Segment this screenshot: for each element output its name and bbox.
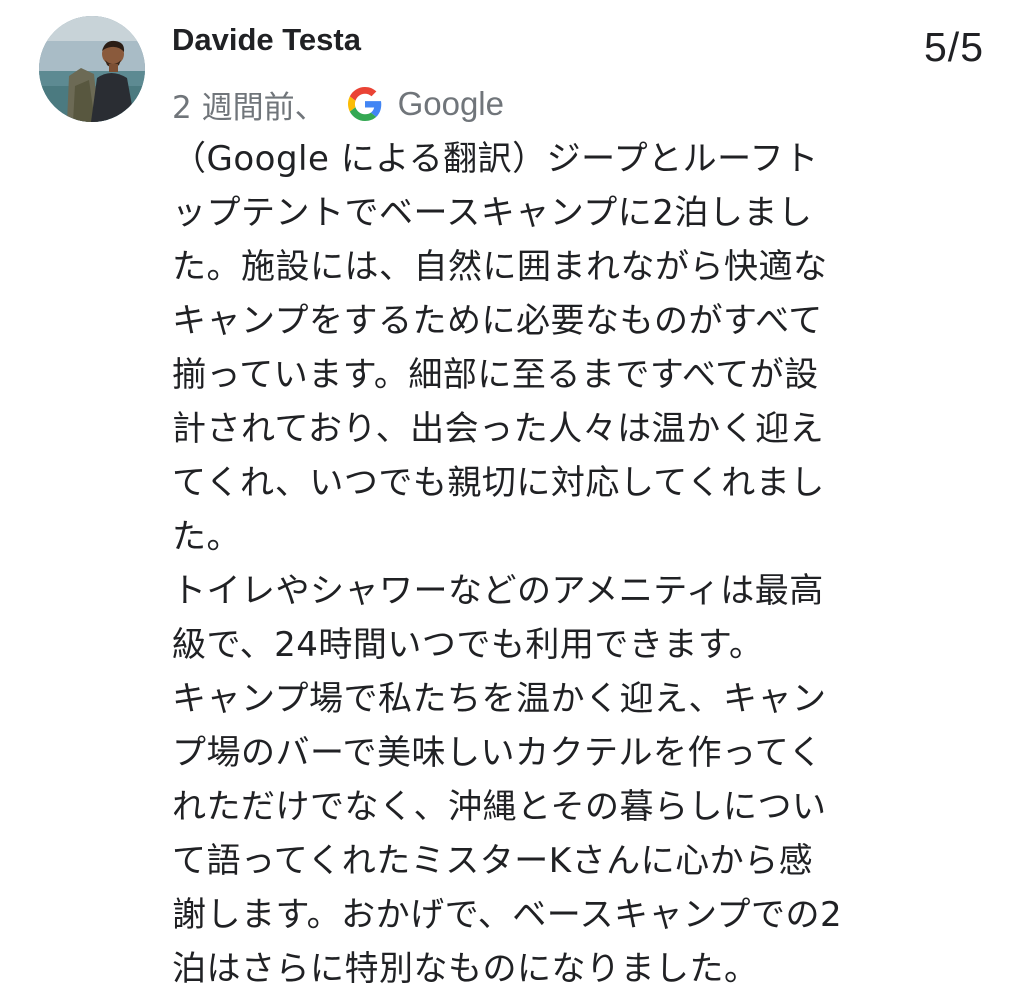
review-line: キャンプ場で私たちを温かく迎え、キャン	[172, 679, 827, 719]
review-line: てくれ、いつでも親切に対応してくれまし	[172, 463, 825, 503]
page-counter: 5/5	[924, 24, 984, 70]
avatar[interactable]	[39, 16, 145, 122]
review-line: 級で、24時間いつでも利用できます。	[172, 625, 764, 665]
review-line: キャンプをするために必要なものがすべて	[172, 301, 823, 341]
review-line: プ場のバーで美味しいカクテルを作ってく	[172, 733, 823, 773]
review-line: 泊はさらに特別なものになりました。	[172, 949, 759, 989]
google-g-icon	[347, 87, 382, 121]
review-line: トイレやシャワーなどのアメニティは最高	[172, 571, 824, 611]
review-time: 2 週間前、	[172, 89, 326, 126]
review-line: た。施設には、自然に囲まれながら快適な	[172, 247, 828, 287]
review-text: （Google による翻訳）ジープとルーフト ップテントでベースキャンプに2泊し…	[172, 132, 892, 996]
reviewer-name[interactable]: Davide Testa	[172, 20, 361, 60]
review-line: て語ってくれたミスターKさんに心から感	[172, 841, 814, 881]
review-line: た。	[172, 517, 241, 557]
review-line: れただけでなく、沖縄とその暮らしについ	[172, 787, 827, 827]
review-line: ップテントでベースキャンプに2泊しまし	[172, 193, 813, 233]
avatar-photo	[39, 16, 145, 122]
review-line: （Google による翻訳）ジープとルーフト	[172, 139, 819, 179]
review-line: 揃っています。細部に至るまですべてが設	[172, 355, 819, 395]
review-meta: 2 週間前、 Google	[172, 82, 504, 126]
review-line: 計されており、出会った人々は温かく迎え	[172, 409, 825, 449]
review-source: Google	[397, 85, 504, 122]
review-line: 謝します。おかげで、ベースキャンプでの2	[172, 895, 843, 935]
